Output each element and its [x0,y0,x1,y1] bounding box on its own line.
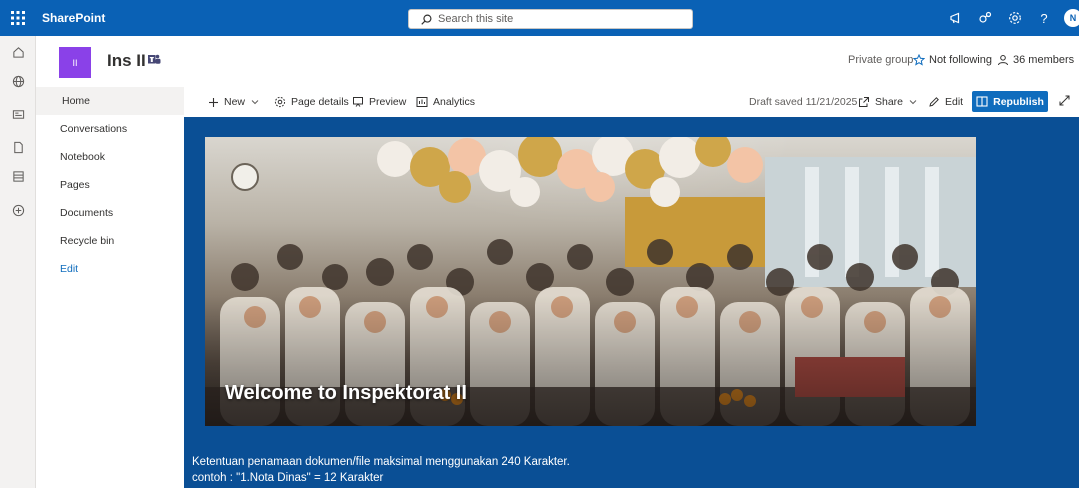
preview-icon [352,96,364,108]
gear-icon[interactable] [1007,10,1023,26]
nav-item-recycle-bin[interactable]: Recycle bin [36,227,184,255]
list-icon[interactable] [10,168,26,184]
follow-button[interactable]: Not following [913,54,992,66]
edit-label: Edit [945,96,964,108]
hero-title: Welcome to Inspektorat II [225,382,467,404]
republish-button[interactable]: Republish [972,91,1048,112]
naming-example-text: contoh : "1.Nota Dinas" = 12 Karakter [192,472,384,484]
site-logo[interactable]: II [59,47,91,78]
page-details-label: Page details [291,96,349,108]
avatar[interactable]: N [1064,9,1079,27]
members-button[interactable]: 36 members [997,54,1074,66]
app-bar [0,36,36,488]
sharepoint-brand-link[interactable]: SharePoint [42,11,105,25]
people-connect-icon[interactable] [977,10,993,26]
left-navigation: Home Conversations Notebook Pages Docume… [36,87,184,283]
pencil-icon [928,96,940,108]
chevron-down-icon [909,98,917,106]
chevron-down-icon [251,98,259,106]
home-icon[interactable] [10,44,26,60]
edit-button[interactable]: Edit [928,94,963,110]
analytics-button[interactable]: Analytics [416,94,475,110]
share-button[interactable]: Share [858,94,917,110]
nav-edit-link[interactable]: Edit [36,255,184,283]
site-search-box[interactable] [408,9,693,29]
search-icon [421,14,432,25]
document-icon[interactable] [10,139,26,155]
analytics-icon [416,96,428,108]
draft-status: Draft saved 11/21/2025 [749,96,858,108]
star-icon [913,54,925,66]
republish-label: Republish [993,95,1044,108]
share-icon [858,96,870,108]
naming-rule-text: Ketentuan penamaan dokumen/file maksimal… [192,456,570,468]
page-details-button[interactable]: Page details [274,94,349,110]
teams-icon[interactable] [148,54,161,65]
plus-icon [208,97,219,108]
news-icon[interactable] [10,106,26,122]
privacy-label: Private group [848,54,914,66]
globe-icon[interactable] [10,73,26,89]
follow-label: Not following [929,54,992,66]
new-button[interactable]: New [208,94,259,110]
person-icon [997,54,1009,66]
preview-label: Preview [369,96,407,108]
suite-bar: SharePoint ? N [0,0,1079,36]
nav-item-home[interactable]: Home [36,87,184,115]
add-circle-icon[interactable] [10,202,26,218]
gear-icon [274,96,286,108]
megaphone-icon[interactable] [948,10,964,26]
new-label: New [224,96,246,108]
preview-button[interactable]: Preview [352,94,406,110]
members-label: 36 members [1013,54,1075,66]
app-launcher-icon[interactable] [0,0,36,36]
help-icon[interactable]: ? [1036,10,1052,26]
expand-icon[interactable] [1059,95,1070,106]
share-label: Share [875,96,904,108]
nav-item-pages[interactable]: Pages [36,171,184,199]
nav-item-conversations[interactable]: Conversations [36,115,184,143]
site-title[interactable]: Ins II [107,51,146,71]
nav-item-documents[interactable]: Documents [36,199,184,227]
search-input[interactable] [438,13,678,25]
analytics-label: Analytics [433,96,476,108]
nav-item-notebook[interactable]: Notebook [36,143,184,171]
book-icon [976,96,988,107]
